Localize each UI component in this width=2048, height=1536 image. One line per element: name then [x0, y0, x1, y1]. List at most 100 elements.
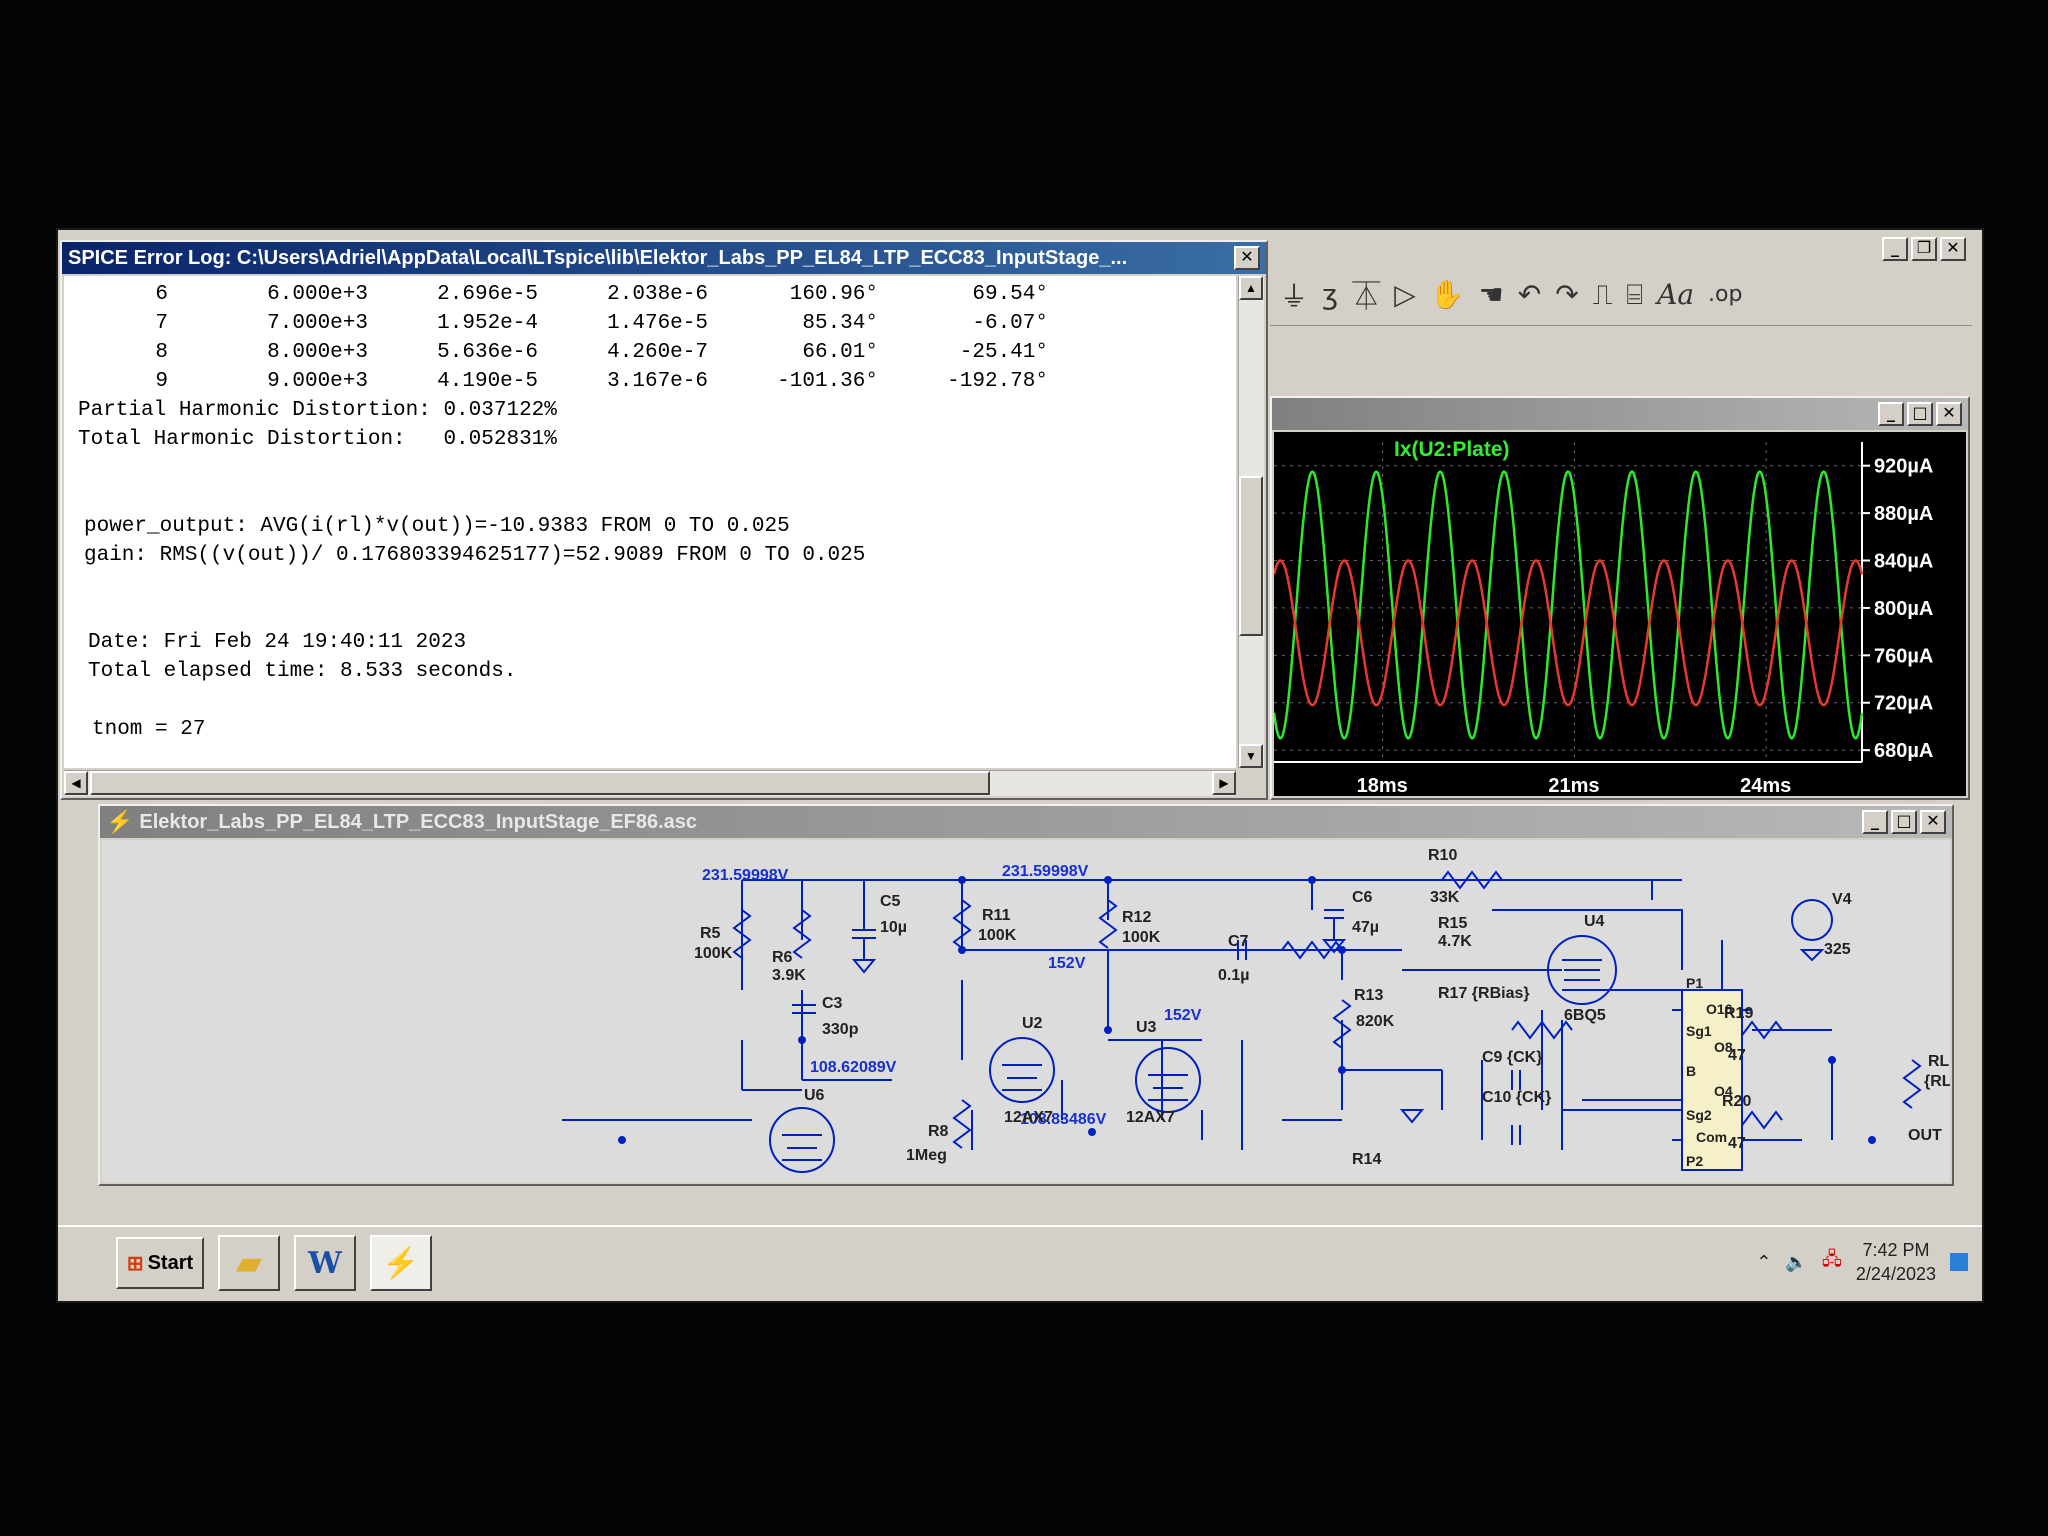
component-value: 1Meg	[906, 1147, 947, 1164]
undo-icon[interactable]: ↶	[1518, 278, 1541, 311]
transformer-pin: Sg2	[1686, 1107, 1712, 1123]
log-horizontal-scrollbar[interactable]: ◀ ▶	[64, 770, 1236, 796]
system-tray: ⌃ 🔈 🖧 7:42 PM 2/24/2023	[1708, 1235, 1968, 1289]
series-line-green[interactable]	[1274, 470, 1864, 740]
restore-icon[interactable]: ❐	[1911, 237, 1937, 261]
ltspice-app-icon[interactable]: ⚡	[370, 1235, 432, 1291]
scroll-right-icon[interactable]: ▶	[1212, 771, 1236, 795]
minimize-icon[interactable]: _	[1862, 810, 1888, 834]
transformer-pin: O8	[1714, 1039, 1733, 1055]
waveform-plot-pane[interactable]: Ix(U2:Plate) 920µA 880µA 840µA 800µA 760µA 72…	[1274, 432, 1966, 797]
component-value: 10µ	[880, 919, 907, 936]
scroll-down-icon[interactable]: ▼	[1239, 744, 1263, 768]
component-label: U6	[804, 1087, 825, 1104]
show-hidden-icons-icon[interactable]: ⌃	[1756, 1252, 1771, 1273]
ltspice-main-window: _ ❐ ✕ ⏚ ʒ ⏄ ▷ ✋ ☚ ↶ ↷ ⎍ ⌸ Aa .op _ □ ✕ I…	[1270, 234, 1972, 802]
component-label: R8	[928, 1123, 949, 1140]
desktop-screen: SPICE Error Log: C:\Users\Adriel\AppData…	[56, 228, 1984, 1303]
component-value: 12AX7	[1126, 1109, 1175, 1126]
component-label: R14	[1352, 1151, 1381, 1168]
harmonic-cell-normalized: 4.260e-7	[607, 341, 708, 364]
component-label: R17 {RBias}	[1438, 985, 1530, 1002]
scroll-left-icon[interactable]: ◀	[64, 771, 88, 795]
component-label: R13	[1354, 987, 1383, 1004]
component-value: 0.1µ	[1218, 967, 1249, 984]
component-label: RL	[1928, 1053, 1950, 1070]
component-value: 100K	[1122, 929, 1161, 946]
component-value: 325	[1824, 941, 1851, 958]
log-vscroll-thumb[interactable]	[1239, 476, 1263, 636]
show-desktop-icon[interactable]	[1950, 1253, 1968, 1271]
close-icon[interactable]: ✕	[1234, 246, 1260, 270]
log-vertical-scrollbar[interactable]: ▲ ▼	[1238, 276, 1264, 768]
schematic-titlebar[interactable]: ⚡ Elektor_Labs_PP_EL84_LTP_ECC83_InputSt…	[100, 806, 1952, 838]
windows-logo-icon: ⊞	[126, 1252, 144, 1275]
net-label-out: OUT	[1908, 1127, 1942, 1144]
component-label: V4	[1832, 891, 1852, 908]
start-button[interactable]: ⊞ Start	[116, 1237, 204, 1289]
harmonic-cell-phase: 160.96°	[789, 283, 878, 306]
clock[interactable]: 7:42 PM 2/24/2023	[1856, 1238, 1936, 1286]
harmonic-cell-fourier: 4.190e-5	[437, 370, 538, 393]
component-value: 3.9K	[772, 967, 806, 984]
component-value: 47	[1728, 1135, 1746, 1152]
ground-icon[interactable]: ⏚	[1280, 275, 1308, 315]
scroll-up-icon[interactable]: ▲	[1239, 276, 1263, 300]
volume-icon[interactable]: 🔈	[1785, 1252, 1807, 1273]
x-tick-label: 18ms	[1357, 775, 1408, 797]
y-tick-label: 760µA	[1874, 645, 1933, 667]
close-icon[interactable]: ✕	[1936, 402, 1962, 426]
hand-drag-icon[interactable]: ☚	[1479, 278, 1504, 311]
maximize-icon[interactable]: □	[1907, 402, 1933, 426]
node-voltage-label: 152V	[1164, 1007, 1202, 1024]
hand-move-icon[interactable]: ✋	[1430, 278, 1465, 311]
harmonic-cell-freq: 8.000e+3	[267, 341, 368, 364]
component-label: C3	[822, 995, 843, 1012]
harmonic-row: 7 7.000e+3 1.952e-4 1.476e-5 85.34° -6.07°	[78, 309, 1222, 338]
network-disconnected-icon[interactable]: 🖧	[1822, 1247, 1842, 1277]
harmonic-cell-n: 6	[155, 283, 168, 306]
component-value: 33K	[1430, 889, 1460, 906]
inductor-icon[interactable]: ʒ	[1322, 278, 1338, 311]
spice-directive-icon[interactable]: .op	[1708, 282, 1742, 307]
component-label: R10	[1428, 847, 1457, 864]
text-icon[interactable]: ⌸	[1626, 278, 1643, 312]
transformer-pin: B	[1686, 1063, 1696, 1079]
minimize-icon[interactable]: _	[1882, 237, 1908, 261]
minimize-icon[interactable]: _	[1878, 402, 1904, 426]
harmonic-row: 8 8.000e+3 5.636e-6 4.260e-7 66.01° -25.41°	[78, 338, 1222, 367]
close-icon[interactable]: ✕	[1920, 810, 1946, 834]
gain-line: gain: RMS((v(out))/ 0.176803394625177)=5…	[84, 544, 866, 567]
date-line: Date: Fri Feb 24 19:40:11 2023	[88, 631, 467, 654]
elapsed-line: Total elapsed time: 8.533 seconds.	[88, 660, 517, 683]
log-hscroll-thumb[interactable]	[90, 771, 990, 795]
log-titlebar[interactable]: SPICE Error Log: C:\Users\Adriel\AppData…	[62, 242, 1266, 274]
harmonic-cell-freq: 7.000e+3	[267, 312, 368, 335]
maximize-icon[interactable]: □	[1891, 810, 1917, 834]
y-tick-label: 880µA	[1874, 503, 1933, 525]
font-icon[interactable]: Aa	[1657, 278, 1694, 311]
component-label: C9 {CK}	[1482, 1049, 1542, 1066]
power-output-line: power_output: AVG(i(rl)*v(out))=-10.9383…	[84, 515, 790, 538]
component-label: U3	[1136, 1019, 1157, 1036]
spice-error-log-window: SPICE Error Log: C:\Users\Adriel\AppData…	[60, 240, 1268, 800]
opamp-icon[interactable]: ▷	[1394, 278, 1416, 311]
close-icon[interactable]: ✕	[1940, 237, 1966, 261]
redo-icon[interactable]: ↷	[1555, 278, 1578, 311]
harmonic-cell-freq: 6.000e+3	[267, 283, 368, 306]
component-label: R5	[700, 925, 721, 942]
label-net-icon[interactable]: ⎍	[1593, 278, 1613, 312]
diode-icon[interactable]: ⏄	[1352, 275, 1380, 315]
plot-titlebar[interactable]: _ □ ✕	[1272, 398, 1968, 430]
word-icon[interactable]: W	[294, 1235, 356, 1291]
component-label: R11	[982, 907, 1011, 924]
harmonic-cell-norm-phase: 69.54°	[972, 283, 1048, 306]
log-text-area[interactable]: 6 6.000e+3 2.696e-5 2.038e-6 160.96° 69.54° 7 7…	[64, 276, 1236, 768]
schematic-canvas[interactable]: 231.59998V 231.59998V 152V 152V 108.6208…	[102, 840, 1950, 1182]
harmonic-cell-normalized: 3.167e-6	[607, 370, 708, 393]
start-label: Start	[147, 1251, 194, 1274]
total-thd: Total Harmonic Distortion: 0.052831%	[78, 428, 557, 451]
component-label: U4	[1584, 913, 1605, 930]
harmonic-cell-normalized: 2.038e-6	[607, 283, 708, 306]
file-explorer-icon[interactable]: ▰	[218, 1235, 280, 1291]
